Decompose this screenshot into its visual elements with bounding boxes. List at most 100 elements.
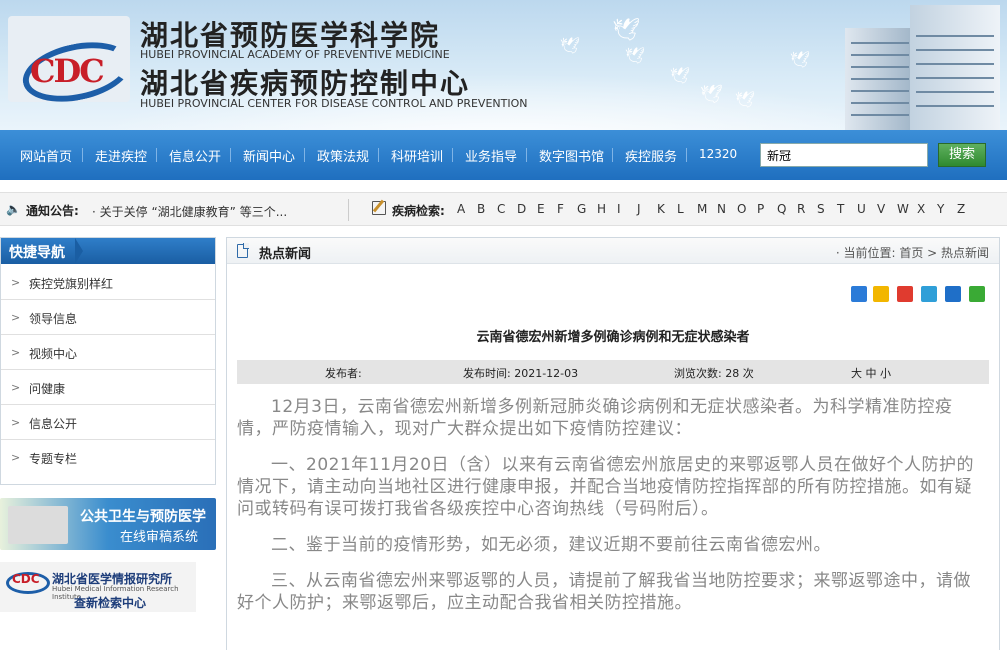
disease-letter-o[interactable]: O bbox=[737, 202, 746, 216]
disease-letter-k[interactable]: K bbox=[657, 202, 665, 216]
nav-item-library[interactable]: 数字图书馆 bbox=[539, 146, 604, 165]
disease-letter-j[interactable]: J bbox=[637, 202, 641, 216]
sidebar-item-video[interactable]: > 视频中心 bbox=[1, 335, 215, 370]
dove-icon: 🕊 bbox=[700, 84, 723, 105]
disease-letter-y[interactable]: Y bbox=[937, 202, 944, 216]
nav-separator bbox=[304, 148, 305, 162]
sidebar-item-leaders[interactable]: > 领导信息 bbox=[1, 300, 215, 335]
nav-item-research[interactable]: 科研培训 bbox=[391, 146, 443, 165]
disease-letter-c[interactable]: C bbox=[497, 202, 505, 216]
site-title-cdc-en: HUBEI PROVINCIAL CENTER FOR DISEASE CONT… bbox=[140, 97, 528, 110]
chevron-right-icon: > bbox=[11, 451, 21, 464]
sidebar-item-disclosure[interactable]: > 信息公开 bbox=[1, 405, 215, 440]
sidebar-item-label: 信息公开 bbox=[29, 417, 78, 431]
tower-image bbox=[910, 5, 1000, 130]
disease-letter-q[interactable]: Q bbox=[777, 202, 786, 216]
edit-icon bbox=[372, 201, 386, 215]
share-qzone-icon[interactable] bbox=[873, 286, 889, 302]
article-title: 云南省德宏州新增多例确诊病例和无症状感染者 bbox=[476, 330, 750, 345]
meta-views: 浏览次数: 28 次 bbox=[674, 367, 754, 380]
disease-letter-g[interactable]: G bbox=[577, 202, 586, 216]
share-weibo-icon[interactable] bbox=[897, 286, 913, 302]
sidebar-item-label: 专题专栏 bbox=[29, 452, 78, 466]
disease-letter-r[interactable]: R bbox=[797, 202, 805, 216]
disease-letter-e[interactable]: E bbox=[537, 202, 545, 216]
site-title-cdc: 湖北省疾病预防控制中心 bbox=[140, 67, 471, 100]
quick-nav: 快捷导航 > 疾控党旗别样红 > 领导信息 > 视频中心 > 问健康 > 信息公开 > 专题… bbox=[0, 237, 216, 485]
article-body: 12月3日，云南省德宏州新增多例新冠肺炎确诊病例和无症状感染者。为科学精准防控疫… bbox=[237, 396, 987, 628]
chevron-right-icon: > bbox=[11, 276, 21, 289]
chevron-right-icon: > bbox=[11, 311, 21, 324]
nav-item-12320[interactable]: 12320 bbox=[699, 147, 737, 161]
article-paragraph: 12月3日，云南省德宏州新增多例新冠肺炎确诊病例和无症状感染者。为科学精准防控疫… bbox=[237, 397, 953, 439]
disease-search-label: 疾病检索: bbox=[392, 204, 445, 218]
search-input[interactable] bbox=[760, 143, 928, 167]
article-paragraph: 三、从云南省德宏州来鄂返鄂的人员，请提前了解我省当地防控要求；来鄂返鄂途中，请做… bbox=[237, 571, 971, 613]
font-size-switch[interactable]: 大 中 小 bbox=[851, 365, 891, 381]
speaker-icon: 🔈 bbox=[6, 202, 21, 216]
section-title: 热点新闻 bbox=[259, 247, 312, 262]
cdc-logo[interactable]: CDC bbox=[8, 16, 137, 111]
search-button[interactable]: 搜索 bbox=[938, 143, 986, 167]
chevron-right-icon: > bbox=[11, 416, 21, 429]
banner-subtitle: 在线审稿系统 bbox=[120, 530, 199, 545]
notice-link[interactable]: · 关于关停 “湖北健康教育” 等三个... bbox=[92, 203, 287, 220]
disease-letter-t[interactable]: T bbox=[837, 202, 844, 216]
dove-icon: 🕊 bbox=[560, 36, 581, 55]
nav-item-about[interactable]: 走进疾控 bbox=[95, 146, 147, 165]
nav-separator bbox=[526, 148, 527, 162]
nav-item-news[interactable]: 新闻中心 bbox=[243, 146, 295, 165]
disease-letter-w[interactable]: W bbox=[897, 202, 909, 216]
disease-letter-x[interactable]: X bbox=[917, 202, 925, 216]
share-plus-icon[interactable] bbox=[851, 286, 867, 302]
sidebar-item-party[interactable]: > 疾控党旗别样红 bbox=[1, 265, 215, 300]
nav-item-guidance[interactable]: 业务指导 bbox=[465, 146, 517, 165]
share-wechat-icon[interactable] bbox=[969, 286, 985, 302]
meta-publisher: 发布者: bbox=[325, 367, 362, 380]
nav-separator bbox=[156, 148, 157, 162]
nav-separator bbox=[686, 148, 687, 162]
disease-letter-d[interactable]: D bbox=[517, 202, 526, 216]
disease-letter-z[interactable]: Z bbox=[957, 202, 965, 216]
disease-letter-u[interactable]: U bbox=[857, 202, 866, 216]
disease-letter-i[interactable]: I bbox=[617, 202, 621, 216]
nav-item-home[interactable]: 网站首页 bbox=[20, 146, 72, 165]
sidebar-item-ask-health[interactable]: > 问健康 bbox=[1, 370, 215, 405]
notice-label: 通知公告: bbox=[26, 204, 79, 218]
disease-letter-l[interactable]: L bbox=[677, 202, 684, 216]
share-tencent-icon[interactable] bbox=[921, 286, 937, 302]
building-image bbox=[845, 28, 915, 130]
article-meta: 发布者: 发布时间: 2021-12-03 浏览次数: 28 次 大 中 小 bbox=[237, 360, 989, 384]
disease-letter-s[interactable]: S bbox=[817, 202, 825, 216]
sidebar-item-topics[interactable]: > 专题专栏 bbox=[1, 440, 215, 475]
institute-logo-text: CDC bbox=[12, 572, 40, 586]
disease-letter-b[interactable]: B bbox=[477, 202, 485, 216]
dove-icon: 🕊 bbox=[612, 18, 640, 43]
info-institute-banner[interactable]: CDC 湖北省医学情报研究所 Hubei Medical Information… bbox=[0, 562, 196, 612]
nav-item-services[interactable]: 疾控服务 bbox=[625, 146, 677, 165]
breadcrumb[interactable]: · 当前位置: 首页 > 热点新闻 bbox=[836, 244, 989, 261]
notice-bar: 🔈 通知公告: · 关于关停 “湖北健康教育” 等三个... 疾病检索: ABC… bbox=[0, 192, 1007, 226]
notice-divider bbox=[348, 199, 349, 221]
sidebar-item-label: 问健康 bbox=[29, 382, 66, 396]
article-paragraph: 一、2021年11月20日（含）以来有云南省德宏州旅居史的来鄂返鄂人员在做好个人… bbox=[237, 455, 975, 519]
disease-letter-m[interactable]: M bbox=[697, 202, 707, 216]
sidebar-item-label: 疾控党旗别样红 bbox=[29, 277, 114, 291]
disease-letter-n[interactable]: N bbox=[717, 202, 726, 216]
nav-separator bbox=[612, 148, 613, 162]
nav-item-policy[interactable]: 政策法规 bbox=[317, 146, 369, 165]
chevron-right-icon: > bbox=[11, 381, 21, 394]
review-system-banner[interactable]: 公共卫生与预防医学 在线审稿系统 bbox=[0, 498, 216, 550]
nav-item-disclosure[interactable]: 信息公开 bbox=[169, 146, 221, 165]
site-title-academy-en: HUBEI PROVINCIAL ACADEMY OF PREVENTIVE M… bbox=[140, 48, 450, 61]
nav-separator bbox=[82, 148, 83, 162]
disease-letter-p[interactable]: P bbox=[757, 202, 764, 216]
disease-letter-f[interactable]: F bbox=[557, 202, 564, 216]
disease-letter-v[interactable]: V bbox=[877, 202, 885, 216]
disease-letter-a[interactable]: A bbox=[457, 202, 465, 216]
logo-text: CDC bbox=[30, 52, 105, 90]
dove-icon: 🕊 bbox=[625, 46, 646, 65]
share-renren-icon[interactable] bbox=[945, 286, 961, 302]
disease-letter-h[interactable]: H bbox=[597, 202, 606, 216]
chevron-right-icon: > bbox=[11, 346, 21, 359]
